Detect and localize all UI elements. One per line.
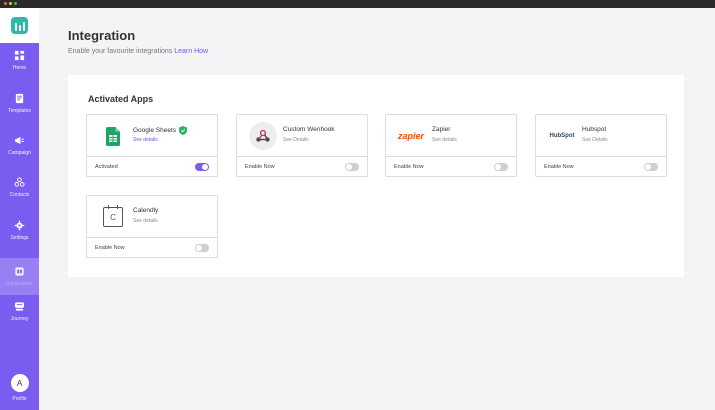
sidebar-item-profile[interactable]: A Profile: [0, 374, 39, 404]
status-label: Activated: [95, 164, 118, 170]
maximize-window-dot[interactable]: [14, 2, 17, 5]
card-header: Google Sheets See details: [87, 115, 217, 156]
document-icon: [15, 93, 24, 104]
learn-how-link[interactable]: Learn How: [174, 48, 208, 55]
sidebar-item-home[interactable]: Home: [0, 50, 39, 80]
sidebar-item-label: Contacts: [9, 192, 30, 198]
app-name-text: Hubspot: [582, 126, 607, 133]
activated-apps-panel: Activated Apps Google Sheets See details…: [68, 75, 684, 277]
card-header: HubSpot Hubspot See Details: [536, 115, 666, 156]
calendar-icon: C: [99, 203, 127, 231]
see-details-link[interactable]: See details: [133, 218, 158, 224]
app-name: Calendly: [133, 207, 158, 214]
app-name-text: Google Sheets: [133, 127, 177, 134]
sidebar-item-label: Profile: [12, 396, 27, 402]
enable-toggle[interactable]: [644, 163, 658, 171]
see-details-link[interactable]: See Details: [582, 137, 608, 143]
app-card-calendly: C Calendly See details Enable Now: [86, 195, 218, 258]
logo-mark-icon: [11, 17, 28, 34]
app-card-zapier: zapier Zapier See details Enable Now: [385, 114, 517, 177]
sidebar-item-label: Campaign: [8, 150, 31, 156]
sidebar: Home Templates Campaign Contacts Setting…: [0, 8, 39, 410]
enable-toggle[interactable]: [494, 163, 508, 171]
card-footer: Activated: [87, 156, 217, 176]
sidebar-item-campaign[interactable]: Campaign: [0, 135, 39, 165]
megaphone-icon: [14, 136, 25, 145]
sidebar-item-label: Integrations: [6, 281, 33, 287]
app-card-custom-webhook: Custom Wenhook See Details Enable Now: [236, 114, 368, 177]
sidebar-item-label: Settings: [10, 235, 29, 241]
minimize-window-dot[interactable]: [9, 2, 12, 5]
card-footer: Enable Now: [87, 237, 217, 257]
verified-shield-icon: [179, 126, 188, 135]
journey-icon: [14, 302, 25, 311]
app-name-text: Custom Wenhook: [283, 126, 335, 133]
card-header: Custom Wenhook See Details: [237, 115, 367, 156]
sidebar-item-settings[interactable]: Settings: [0, 220, 39, 250]
sidebar-item-journey[interactable]: Journey: [0, 301, 39, 331]
status-label[interactable]: Enable Now: [245, 164, 275, 170]
sidebar-item-label: Home: [12, 65, 27, 71]
sidebar-item-integrations[interactable]: Integrations: [0, 258, 39, 295]
card-footer: Enable Now: [536, 156, 666, 176]
panel-title: Activated Apps: [88, 94, 154, 104]
sidebar-item-contacts[interactable]: Contacts: [0, 177, 39, 207]
grid-icon: [14, 50, 25, 61]
hubspot-logo: HubSpot: [549, 133, 575, 139]
google-sheets-icon: [99, 122, 127, 150]
enable-toggle[interactable]: [195, 163, 209, 171]
app-card-hubspot: HubSpot Hubspot See Details Enable Now: [535, 114, 667, 177]
enable-toggle[interactable]: [195, 244, 209, 252]
app-name: Custom Wenhook: [283, 126, 335, 133]
card-header: zapier Zapier See details: [386, 115, 516, 156]
webhook-icon: [249, 122, 277, 150]
app-name: Hubspot: [582, 126, 606, 133]
see-details-link[interactable]: See details: [432, 137, 457, 143]
sidebar-item-label: Templates: [8, 108, 31, 114]
app-name: Google Sheets: [133, 126, 188, 135]
card-footer: Enable Now: [237, 156, 367, 176]
sidebar-item-label: Journey: [10, 316, 29, 322]
integration-icon: [15, 267, 24, 276]
see-details-link[interactable]: See Details: [283, 137, 309, 143]
app-name-text: Calendly: [133, 207, 159, 214]
app-card-google-sheets: Google Sheets See details Activated: [86, 114, 218, 177]
see-details-link[interactable]: See details: [133, 137, 158, 143]
sidebar-item-templates[interactable]: Templates: [0, 93, 39, 123]
enable-toggle[interactable]: [345, 163, 359, 171]
zapier-logo: zapier: [397, 131, 424, 141]
status-label[interactable]: Enable Now: [95, 245, 125, 251]
contacts-icon: [14, 177, 25, 187]
subtitle-text: Enable your favourite integrations: [68, 48, 173, 55]
close-window-dot[interactable]: [4, 2, 7, 5]
app-name-text: Zapier: [432, 126, 451, 133]
page-subtitle: Enable your favourite integrations Learn…: [68, 48, 208, 55]
card-header: C Calendly See details: [87, 196, 217, 237]
app-name: Zapier: [432, 126, 450, 133]
gear-icon: [14, 220, 25, 231]
window-titlebar: [0, 0, 715, 8]
avatar: A: [10, 374, 29, 392]
page-title: Integration: [68, 28, 136, 43]
status-label[interactable]: Enable Now: [394, 164, 424, 170]
app-logo[interactable]: [0, 8, 39, 43]
status-label[interactable]: Enable Now: [544, 164, 574, 170]
card-footer: Enable Now: [386, 156, 516, 176]
